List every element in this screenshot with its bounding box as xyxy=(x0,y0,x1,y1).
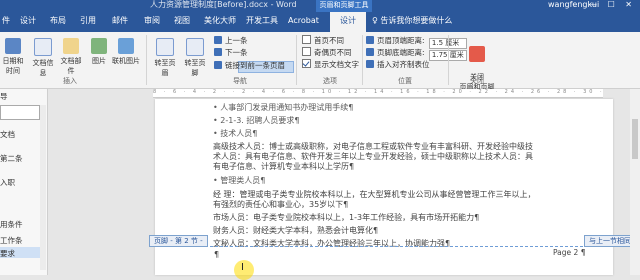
link-icon xyxy=(214,61,222,69)
ribbon-tabs: 件 设计 布局 引用 邮件 审阅 视图 美化大师 开发工具 Acrobat 设计… xyxy=(0,12,640,34)
tab-acrobat[interactable]: Acrobat xyxy=(288,12,319,32)
tab-developer[interactable]: 开发工具 xyxy=(246,12,278,32)
paragraph[interactable]: • 2-1-3. 招聘人员要求¶ xyxy=(213,116,299,126)
paragraph[interactable]: 经 理：管理或电子类专业院校本科以上，在大型算机专业公司从事经营管理工作三年以上… xyxy=(213,190,536,200)
nav-heading[interactable]: 入职 xyxy=(0,177,15,188)
online-picture-button[interactable]: 联机图片 xyxy=(110,38,142,66)
tab-design[interactable]: 设计 xyxy=(20,12,36,32)
picture-icon xyxy=(91,38,107,54)
insert-group-label: 插入 xyxy=(63,77,77,85)
document-area: 8 · 6 · 4 · 2 · · 2 · 4 · 6 · 8 · 10 · 1… xyxy=(48,89,640,275)
separator xyxy=(146,35,147,85)
show-document-text-checkbox[interactable]: 显示文档文字 xyxy=(302,59,359,70)
separator xyxy=(362,35,363,85)
window-controls[interactable]: — ☐ ✕ xyxy=(589,0,636,10)
tab-view[interactable]: 视图 xyxy=(174,12,190,32)
arrow-up-icon xyxy=(214,36,222,44)
nav-heading[interactable]: 第二条 xyxy=(0,153,23,164)
paragraph[interactable]: 财务人员：财经类大学本科，熟悉会计电算化¶ xyxy=(213,226,378,236)
link-to-previous-button[interactable]: 链接到前一条页眉 xyxy=(214,60,285,71)
paragraph[interactable]: 有电子信息、计算机专业本科以上学历¶ xyxy=(213,162,354,172)
paragraph[interactable]: 市场人员：电子类专业院校本科以上，1-3年工作经验，具有市场开拓能力¶ xyxy=(213,213,479,223)
navigation-pane: 导 文档 第二条 入职 用条件 工作条 要求 xyxy=(0,89,48,275)
title-bar: 人力资源管理制度[Before].docx - Word 页眉和页脚工具 wan… xyxy=(0,0,640,12)
odd-even-checkbox[interactable]: 奇偶页不同 xyxy=(302,47,352,58)
calendar-icon xyxy=(5,38,21,54)
footer-page-number[interactable]: Page 2 ¶ xyxy=(553,248,585,257)
footer-section-tag: 页脚 - 第 2 节 - xyxy=(149,235,208,247)
options-group-label: 选项 xyxy=(323,77,337,85)
tab-header-footer-design[interactable]: 设计 xyxy=(330,12,366,34)
doc-info-button[interactable]: 文档信息 xyxy=(30,38,56,78)
paragraph[interactable]: • 管理类人员¶ xyxy=(213,176,265,186)
insert-alignment-tab-button[interactable]: 插入对齐制表位 xyxy=(366,59,430,70)
header-footer-tools-label: 页眉和页脚工具 xyxy=(316,0,372,12)
arrow-down-icon xyxy=(214,48,222,56)
tell-me-search[interactable]: ♀ 告诉我你想要做什么 xyxy=(372,12,452,32)
ibeam-cursor-icon: I xyxy=(241,262,244,273)
picture-button[interactable]: 图片 xyxy=(86,38,112,66)
next-button[interactable]: 下一条 xyxy=(214,47,248,58)
footer-paragraph-mark[interactable]: ¶ xyxy=(214,250,219,259)
date-time-button[interactable]: 日期和时间 xyxy=(0,38,26,76)
tab-layout[interactable]: 布局 xyxy=(50,12,66,32)
nav-tab-docs[interactable]: 文档 xyxy=(0,129,15,140)
document-page[interactable]: • 人事部门发录用通知书办理试用手续¶ • 2-1-3. 招聘人员要求¶ • 技… xyxy=(155,99,613,275)
previous-button[interactable]: 上一条 xyxy=(214,35,248,46)
horizontal-ruler[interactable]: 8 · 6 · 4 · 2 · · 2 · 4 · 6 · 8 · 10 · 1… xyxy=(153,89,603,98)
footer-distance-icon xyxy=(366,48,374,56)
vertical-scrollbar[interactable] xyxy=(630,89,640,275)
paragraph[interactable]: 高级技术人员：博士或高级职称，对电子信息工程或软件专业有丰富科研、开发经验中级技 xyxy=(213,142,533,152)
paragraph[interactable]: 文秘人员：文科类大学本科，办公管理经验三年以上，协调能力强¶ xyxy=(213,239,450,249)
nav-pane-title: 导 xyxy=(0,92,8,101)
window-title: 人力资源管理制度[Before].docx - Word xyxy=(150,0,297,9)
nav-group-label: 导航 xyxy=(233,77,247,85)
close-group-label: 关闭 xyxy=(470,77,484,85)
footer-boundary-line xyxy=(155,246,613,247)
checkbox-icon xyxy=(302,47,311,56)
goto-footer-button[interactable]: 转至页脚 xyxy=(182,38,208,78)
paragraph[interactable]: • 技术人员¶ xyxy=(213,129,257,139)
tab-stop-icon xyxy=(366,60,374,68)
checkbox-icon xyxy=(302,35,311,44)
header-distance-icon xyxy=(366,36,374,44)
nav-heading[interactable]: 工作条 xyxy=(0,235,23,246)
tab-file[interactable]: 件 xyxy=(2,12,10,32)
separator xyxy=(448,35,449,85)
different-first-page-checkbox[interactable]: 首页不同 xyxy=(302,35,344,46)
goto-header-button[interactable]: 转至页眉 xyxy=(152,38,178,78)
nav-heading-selected[interactable]: 要求 xyxy=(0,248,15,259)
paragraph[interactable]: 术人员：具有电子信息、软件开发三年以上专业开发经验，硕士中级职称以上技术人员：具 xyxy=(213,152,533,162)
nav-scrollbar[interactable] xyxy=(40,105,46,270)
tab-beautify[interactable]: 美化大师 xyxy=(204,12,236,32)
paragraph[interactable]: 有强烈的责任心和事业心，35岁以下¶ xyxy=(213,200,348,210)
nav-search-input[interactable] xyxy=(0,105,40,120)
tab-mailings[interactable]: 邮件 xyxy=(112,12,128,32)
ribbon: 日期和时间 文档信息 文档部件 图片 联机图片 插入 转至页眉 转至页脚 上一条… xyxy=(0,32,640,91)
goto-footer-icon xyxy=(186,38,204,56)
tab-references[interactable]: 引用 xyxy=(80,12,96,32)
tab-review[interactable]: 审阅 xyxy=(144,12,160,32)
quick-parts-icon xyxy=(63,38,79,54)
scrollbar-thumb[interactable] xyxy=(632,119,638,159)
position-group-label: 位置 xyxy=(398,77,412,85)
checkbox-checked-icon xyxy=(302,59,311,68)
ruler-ticks: 8 · 6 · 4 · 2 · · 2 · 4 · 6 · 8 · 10 · 1… xyxy=(153,89,603,95)
paragraph[interactable]: • 人事部门发录用通知书办理试用手续¶ xyxy=(213,103,353,113)
close-red-icon xyxy=(469,46,485,62)
document-info-icon xyxy=(34,38,52,56)
same-as-previous-tag: 与上一节相同 xyxy=(584,235,636,247)
goto-header-icon xyxy=(156,38,174,56)
nav-heading[interactable]: 用条件 xyxy=(0,219,23,230)
mouse-cursor-highlight: I xyxy=(234,260,254,280)
separator xyxy=(296,35,297,85)
quick-parts-button[interactable]: 文档部件 xyxy=(58,38,84,76)
online-picture-icon xyxy=(118,38,134,54)
